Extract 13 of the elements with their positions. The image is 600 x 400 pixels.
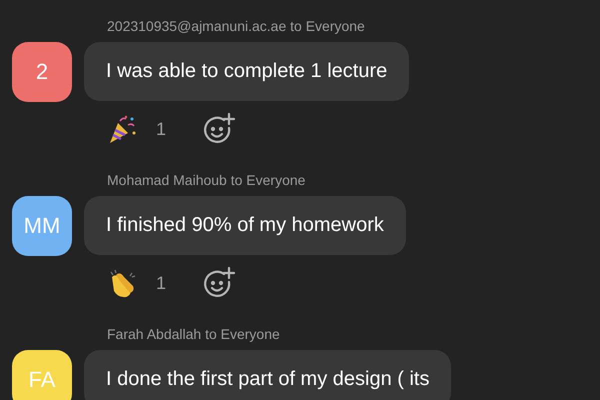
reaction-count: 1 [156,272,166,294]
message-bubble: I finished 90% of my homework [84,196,406,255]
add-reaction-icon[interactable] [202,266,236,300]
sender-label: Mohamad Maihoub to Everyone [107,171,306,190]
avatar: MM [12,196,72,256]
reaction-count: 1 [156,118,166,140]
message-bubble: I was able to complete 1 lecture [84,42,410,101]
sender-label: Farah Abdallah to Everyone [107,325,281,344]
add-reaction-icon[interactable] [202,112,236,146]
avatar: 2 [12,42,72,102]
message-bubble: I done the first part of my design ( its [84,350,452,400]
avatar: FA [12,350,72,400]
sender-label: 202310935@ajmanuni.ac.ae to Everyone [107,17,366,36]
